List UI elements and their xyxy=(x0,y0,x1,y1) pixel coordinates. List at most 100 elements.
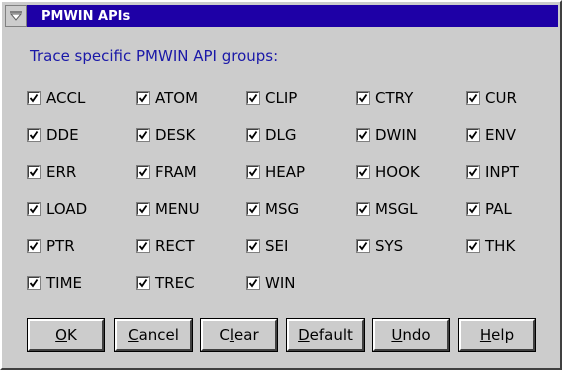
checkmark-icon xyxy=(27,128,41,142)
checkbox-label: TREC xyxy=(155,274,195,292)
checkbox-label: CLIP xyxy=(265,89,298,107)
checkmark-icon xyxy=(246,276,260,290)
checkbox-label: PTR xyxy=(46,237,75,255)
checkbox-hook[interactable]: HOOK xyxy=(356,162,420,182)
checkbox-label: ATOM xyxy=(155,89,199,107)
checkmark-icon xyxy=(466,239,480,253)
checkbox-label: LOAD xyxy=(46,200,88,218)
checkbox-desk[interactable]: DESK xyxy=(136,125,196,145)
checkmark-icon xyxy=(356,239,370,253)
window-title: PMWIN APIs xyxy=(27,5,558,27)
checkbox-dwin[interactable]: DWIN xyxy=(356,125,418,145)
checkbox-fram[interactable]: FRAM xyxy=(136,162,197,182)
checkbox-time[interactable]: TIME xyxy=(27,273,83,293)
title-bar: PMWIN APIs xyxy=(5,5,558,27)
checkmark-icon xyxy=(466,128,480,142)
clear-label-rest: ear xyxy=(234,326,259,344)
checkbox-atom[interactable]: ATOM xyxy=(136,88,199,108)
ok-mnemonic: O xyxy=(55,326,67,344)
checkbox-msgl[interactable]: MSGL xyxy=(356,199,418,219)
checkmark-icon xyxy=(466,202,480,216)
checkmark-icon xyxy=(136,91,150,105)
ok-button[interactable]: OK xyxy=(27,318,105,352)
checkmark-icon xyxy=(136,128,150,142)
checkbox-env[interactable]: ENV xyxy=(466,125,516,145)
undo-mnemonic: U xyxy=(391,326,403,344)
checkbox-label: MSG xyxy=(265,200,300,218)
checkbox-label: INPT xyxy=(485,163,519,181)
ok-label-rest: K xyxy=(66,326,77,344)
clear-label-pre: C xyxy=(219,326,230,344)
help-mnemonic: H xyxy=(479,326,492,344)
checkbox-label: MENU xyxy=(155,200,200,218)
checkbox-ptr[interactable]: PTR xyxy=(27,236,75,256)
checkbox-label: ERR xyxy=(46,163,77,181)
undo-label-rest: ndo xyxy=(402,326,431,344)
checkbox-label: ACCL xyxy=(46,89,86,107)
checkbox-label: ENV xyxy=(485,126,516,144)
checkbox-label: PAL xyxy=(485,200,512,218)
checkbox-cur[interactable]: CUR xyxy=(466,88,517,108)
checkmark-icon xyxy=(246,91,260,105)
checkbox-label: SEI xyxy=(265,237,289,255)
checkbox-rect[interactable]: RECT xyxy=(136,236,195,256)
checkbox-sys[interactable]: SYS xyxy=(356,236,404,256)
checkmark-icon xyxy=(27,91,41,105)
checkbox-label: DDE xyxy=(46,126,79,144)
checkbox-pal[interactable]: PAL xyxy=(466,199,512,219)
checkmark-icon xyxy=(246,202,260,216)
checkmark-icon xyxy=(136,276,150,290)
checkbox-dde[interactable]: DDE xyxy=(27,125,79,145)
checkbox-err[interactable]: ERR xyxy=(27,162,77,182)
checkbox-load[interactable]: LOAD xyxy=(27,199,88,219)
checkbox-label: MSGL xyxy=(375,200,418,218)
help-label-rest: elp xyxy=(491,326,515,344)
checkbox-accl[interactable]: ACCL xyxy=(27,88,86,108)
checkmark-icon xyxy=(136,202,150,216)
checkbox-clip[interactable]: CLIP xyxy=(246,88,298,108)
checkbox-label: RECT xyxy=(155,237,195,255)
undo-button[interactable]: Undo xyxy=(372,318,450,352)
default-mnemonic: D xyxy=(298,326,310,344)
checkmark-icon xyxy=(466,165,480,179)
checkbox-label: DWIN xyxy=(375,126,418,144)
checkmark-icon xyxy=(27,202,41,216)
checkbox-label: HEAP xyxy=(265,163,306,181)
checkmark-icon xyxy=(136,239,150,253)
help-button[interactable]: Help xyxy=(458,318,536,352)
checkbox-label: FRAM xyxy=(155,163,197,181)
checkmark-icon xyxy=(356,128,370,142)
checkbox-label: CTRY xyxy=(375,89,414,107)
checkmark-icon xyxy=(246,128,260,142)
cancel-button[interactable]: Cancel xyxy=(114,318,193,352)
system-menu-icon[interactable] xyxy=(5,5,27,27)
checkbox-ctry[interactable]: CTRY xyxy=(356,88,414,108)
checkbox-menu[interactable]: MENU xyxy=(136,199,200,219)
checkbox-sei[interactable]: SEI xyxy=(246,236,289,256)
checkmark-icon xyxy=(246,165,260,179)
checkbox-label: CUR xyxy=(485,89,517,107)
checkbox-label: THK xyxy=(485,237,516,255)
default-button[interactable]: Default xyxy=(286,318,365,352)
checkbox-trec[interactable]: TREC xyxy=(136,273,195,293)
checkbox-thk[interactable]: THK xyxy=(466,236,516,256)
checkmark-icon xyxy=(356,202,370,216)
cancel-label-rest: ancel xyxy=(138,326,179,344)
checkmark-icon xyxy=(356,165,370,179)
checkbox-inpt[interactable]: INPT xyxy=(466,162,519,182)
checkbox-msg[interactable]: MSG xyxy=(246,199,300,219)
cancel-mnemonic: C xyxy=(128,326,139,344)
clear-button[interactable]: Cl ear xyxy=(200,318,278,352)
checkbox-heap[interactable]: HEAP xyxy=(246,162,306,182)
checkmark-icon xyxy=(136,165,150,179)
checkbox-label: TIME xyxy=(46,274,83,292)
checkbox-label: SYS xyxy=(375,237,404,255)
checkbox-label: WIN xyxy=(265,274,296,292)
checkmark-icon xyxy=(356,91,370,105)
checkbox-label: DLG xyxy=(265,126,297,144)
checkbox-label: HOOK xyxy=(375,163,420,181)
checkbox-dlg[interactable]: DLG xyxy=(246,125,297,145)
checkmark-icon xyxy=(466,91,480,105)
checkbox-win[interactable]: WIN xyxy=(246,273,296,293)
checkbox-label: DESK xyxy=(155,126,196,144)
